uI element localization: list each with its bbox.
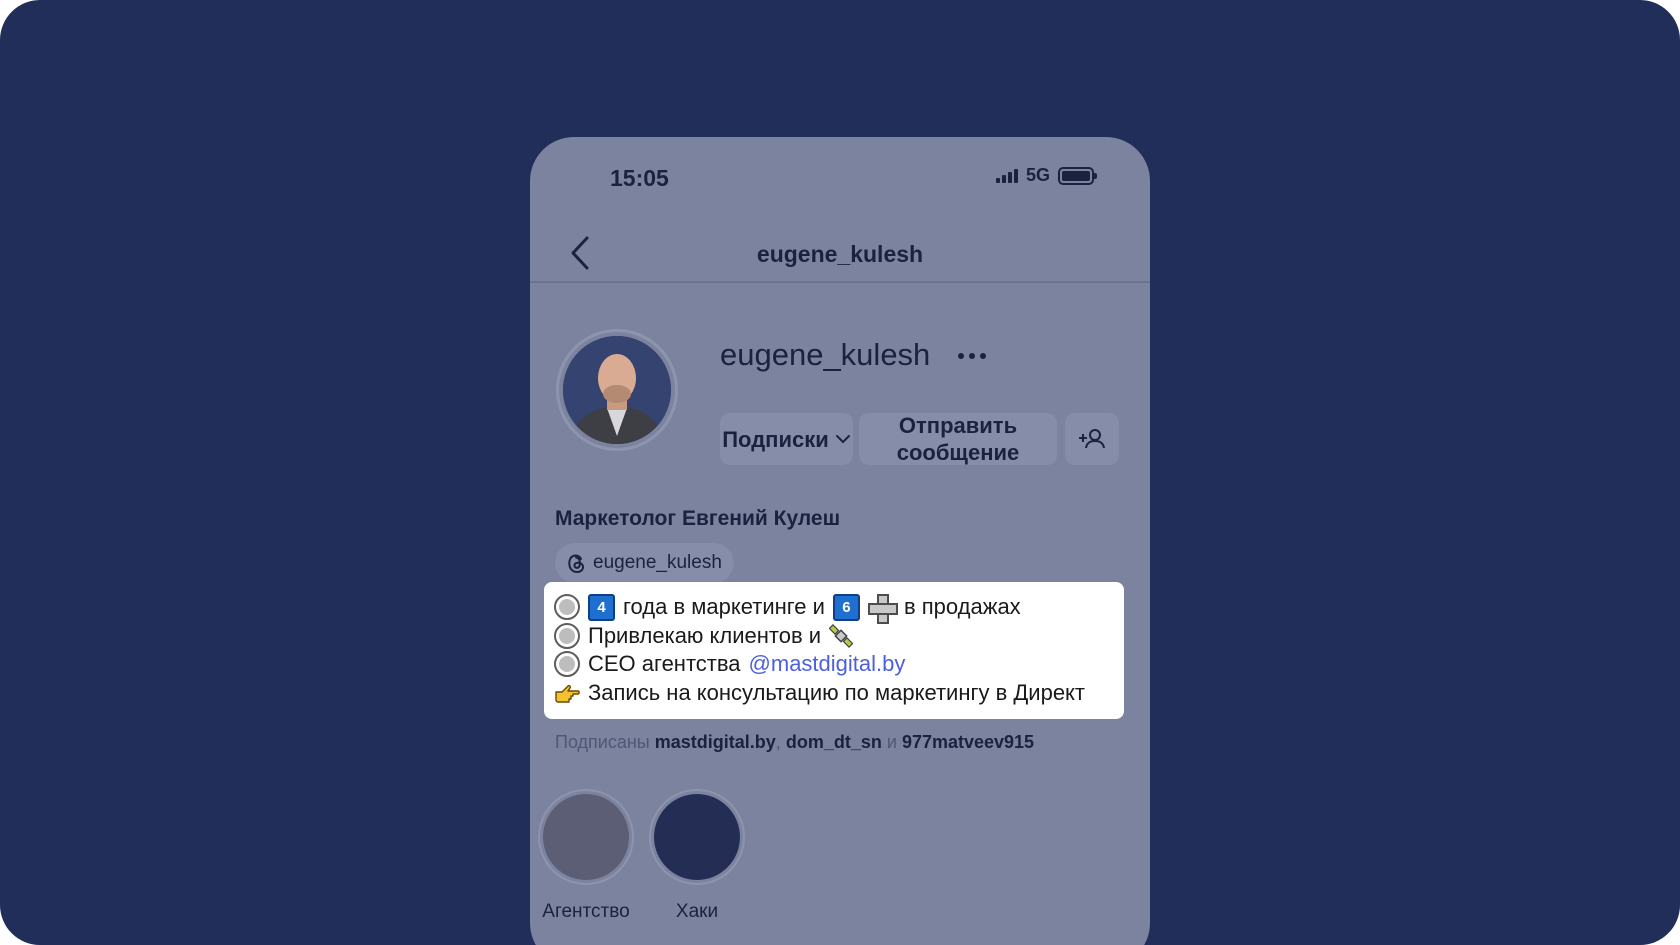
status-icons: 5G (995, 165, 1097, 186)
bio-text: года в маркетинге и (623, 594, 825, 620)
status-time: 15:05 (610, 165, 669, 191)
person-photo-icon (563, 336, 671, 444)
keycap-4-icon: 4 (588, 593, 615, 621)
phone-frame: 15:05 5G eugene_kulesh eugene_kulesh Под… (530, 137, 1150, 945)
battery-icon (1058, 166, 1097, 185)
highlight-ring (538, 789, 634, 885)
bio-line: Запись на консультацию по маркетингу в Д… (554, 679, 1124, 708)
network-label: 5G (1025, 165, 1050, 185)
highlight-agency[interactable]: Агентство (536, 789, 636, 923)
highlight-cover (543, 794, 629, 880)
threads-icon (568, 554, 584, 574)
highlight-label: Агентство (542, 901, 630, 922)
highlight-ring (649, 789, 745, 885)
signal-icon (995, 168, 1018, 183)
highlight-label: Хаки (675, 901, 719, 922)
following-label: Подписки (722, 426, 829, 452)
threads-link[interactable]: eugene_kulesh (555, 543, 734, 583)
follower-link[interactable]: 977matveev915 (902, 732, 1034, 752)
profile-full-name: Маркетолог Евгений Кулеш (555, 507, 841, 530)
pointing-hand-icon (555, 684, 580, 703)
bio-line: CEO агентства @mastdigital.by (554, 650, 1124, 679)
avatar-photo (563, 336, 671, 444)
add-person-icon (1079, 429, 1105, 449)
send-message-button[interactable]: Отправить сообщение (859, 413, 1057, 465)
chevron-down-icon (835, 435, 850, 444)
bio-text: Запись на консультацию по маркетингу в Д… (588, 679, 1086, 705)
bio-line: Привлекаю клиентов и (554, 622, 1124, 651)
following-button[interactable]: Подписки (720, 413, 853, 465)
keycap-6-icon: 6 (832, 593, 860, 621)
bio-line: 4 года в маркетинге и 6 в продажах (554, 593, 1124, 625)
add-friend-button[interactable] (1065, 413, 1119, 465)
follower-link[interactable]: dom_dt_sn (786, 732, 882, 752)
followed-by-conj: и (886, 732, 897, 752)
bio-text: в продажах (903, 594, 1021, 620)
satellite-icon (829, 623, 854, 648)
bio-text: Привлекаю клиентов и (588, 622, 822, 648)
send-message-label: Отправить сообщение (896, 413, 1020, 465)
agency-mention-link[interactable]: @mastdigital.by (749, 651, 906, 677)
radio-button-icon (554, 594, 580, 621)
plus-icon (867, 594, 898, 625)
radio-button-icon (554, 651, 580, 678)
bio-text: CEO агентства (588, 651, 741, 677)
followed-by-text: Подписаны mastdigital.by, dom_dt_sn и 97… (555, 732, 1035, 752)
dim-overlay-background: 15:05 5G eugene_kulesh eugene_kulesh Под… (0, 0, 1680, 945)
threads-handle: eugene_kulesh (593, 552, 722, 573)
more-options-button[interactable] (954, 347, 990, 365)
followed-by-prefix: Подписаны (555, 732, 650, 752)
navigation-bar: eugene_kulesh (530, 227, 1150, 283)
highlight-cover (654, 794, 740, 880)
profile-username: eugene_kulesh (720, 337, 931, 372)
avatar[interactable] (556, 329, 678, 451)
follower-link[interactable]: mastdigital.by (655, 732, 776, 752)
radio-button-icon (554, 622, 580, 649)
bio-highlight: 4 года в маркетинге и 6 в продажах Привл… (544, 582, 1124, 719)
highlight-hacks[interactable]: Хаки (647, 789, 747, 923)
nav-title: eugene_kulesh (756, 241, 924, 267)
